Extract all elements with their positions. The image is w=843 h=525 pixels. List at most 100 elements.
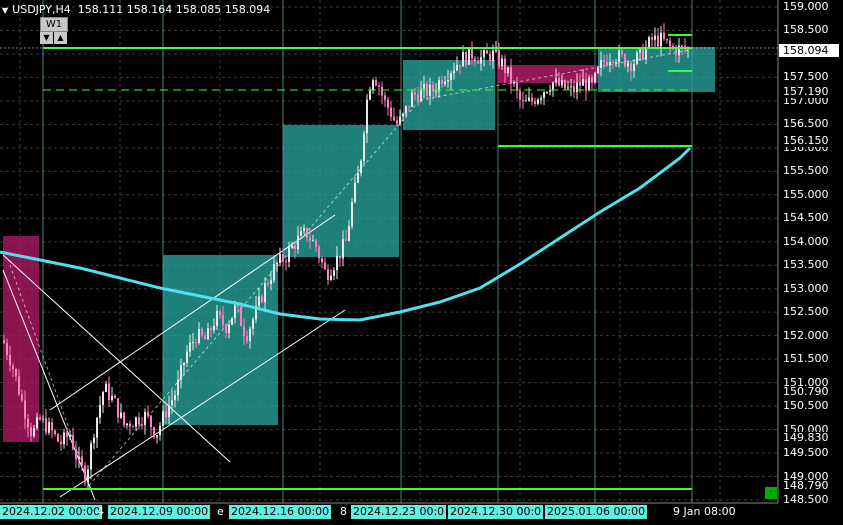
candle-body [420, 88, 422, 102]
candle-body [666, 38, 668, 41]
candle-body [390, 107, 392, 117]
price-tag: 149.830 [783, 430, 829, 444]
price-axis-label: 154.000 [783, 234, 829, 248]
candle-body [144, 411, 146, 426]
candle-body [180, 365, 182, 380]
candle-body [525, 100, 527, 102]
timeframe-label[interactable]: W1 [40, 17, 68, 32]
candle-body [117, 398, 119, 418]
candle-body [354, 182, 356, 203]
candle-body [183, 362, 185, 366]
candle-body [48, 422, 50, 433]
candle-body [84, 465, 86, 483]
candle-body [141, 424, 143, 426]
candle-body [636, 52, 638, 64]
candle-body [546, 92, 548, 94]
minimize-button[interactable]: - [765, 487, 777, 499]
candle-body [669, 40, 671, 47]
candle-body [609, 61, 611, 66]
candle-body [174, 395, 176, 401]
candle-body [681, 45, 683, 47]
candle-body [537, 99, 539, 104]
candle-body [510, 67, 512, 84]
candle-body [57, 434, 59, 442]
candle-body [660, 32, 662, 47]
candle-body [270, 280, 272, 284]
candle-body [315, 240, 317, 248]
candle-body [339, 255, 341, 259]
open-price: 158.111 [77, 3, 124, 16]
candle-body [21, 394, 23, 401]
candle-body [618, 50, 620, 63]
candle-body [459, 65, 461, 67]
candle-body [261, 296, 263, 303]
candle-body [153, 427, 155, 438]
price-axis-label: 159.000 [783, 0, 829, 13]
candle-body [231, 317, 233, 325]
candle-body [534, 101, 536, 104]
candle-body [624, 54, 626, 67]
candle-body [375, 80, 377, 86]
candle-body [195, 342, 197, 344]
candle-body [96, 417, 98, 438]
candle-body [477, 61, 479, 64]
candle-body [435, 91, 437, 93]
candle-body [570, 86, 572, 88]
candle-body [381, 86, 383, 96]
candle-body [78, 456, 80, 460]
candle-body [12, 365, 14, 370]
price-tag: 158.094 [779, 43, 839, 57]
price-axis-label: 153.000 [783, 281, 829, 295]
candle-body [348, 226, 350, 241]
arrow-up-icon[interactable]: ▲ [54, 32, 67, 44]
candle-body [192, 342, 194, 344]
candle-body [111, 395, 113, 401]
price-axis-label: 152.000 [783, 328, 829, 342]
candle-body [372, 80, 374, 91]
candle-body [189, 342, 191, 352]
candle-body [267, 283, 269, 285]
candle-body [594, 72, 596, 83]
candle-body [39, 417, 41, 420]
candle-body [585, 79, 587, 91]
candle-body [294, 245, 296, 250]
candle-body [366, 99, 368, 134]
price-chart[interactable] [0, 0, 843, 525]
collapse-triangle-icon[interactable]: ▼ [2, 6, 8, 15]
candle-body [363, 133, 365, 161]
candle-body [306, 227, 308, 238]
price-axis-label: 155.000 [783, 187, 829, 201]
candle-body [198, 328, 200, 344]
price-axis-label: 153.500 [783, 258, 829, 272]
candle-body [558, 78, 560, 86]
candle-body [108, 383, 110, 401]
candle-body [168, 405, 170, 418]
candle-body [468, 47, 470, 65]
candle-body [27, 418, 29, 428]
candle-body [42, 418, 44, 420]
price-axis-label: 154.500 [783, 211, 829, 225]
candle-body [249, 328, 251, 342]
price-axis-label: 152.500 [783, 305, 829, 319]
candle-body [567, 87, 569, 89]
candle-body [387, 99, 389, 108]
candle-body [603, 60, 605, 62]
candle-body [30, 427, 32, 437]
candle-body [402, 113, 404, 117]
candle-body [276, 262, 278, 265]
time-axis-label: 2024.12.30 00:0 [448, 505, 544, 519]
candle-body [561, 80, 563, 86]
candle-body [615, 62, 617, 64]
price-tag: 157.190 [783, 84, 829, 98]
candle-body [597, 67, 599, 73]
candle-body [405, 106, 407, 114]
arrow-down-icon[interactable]: ▼ [40, 32, 53, 44]
candle-body [552, 82, 554, 91]
candle-body [453, 70, 455, 74]
time-axis-label: 4 [97, 505, 104, 518]
candle-body [423, 83, 425, 89]
candle-body [81, 456, 83, 466]
demand-zone [283, 125, 399, 257]
candle-body [369, 90, 371, 100]
candle-body [3, 340, 5, 344]
